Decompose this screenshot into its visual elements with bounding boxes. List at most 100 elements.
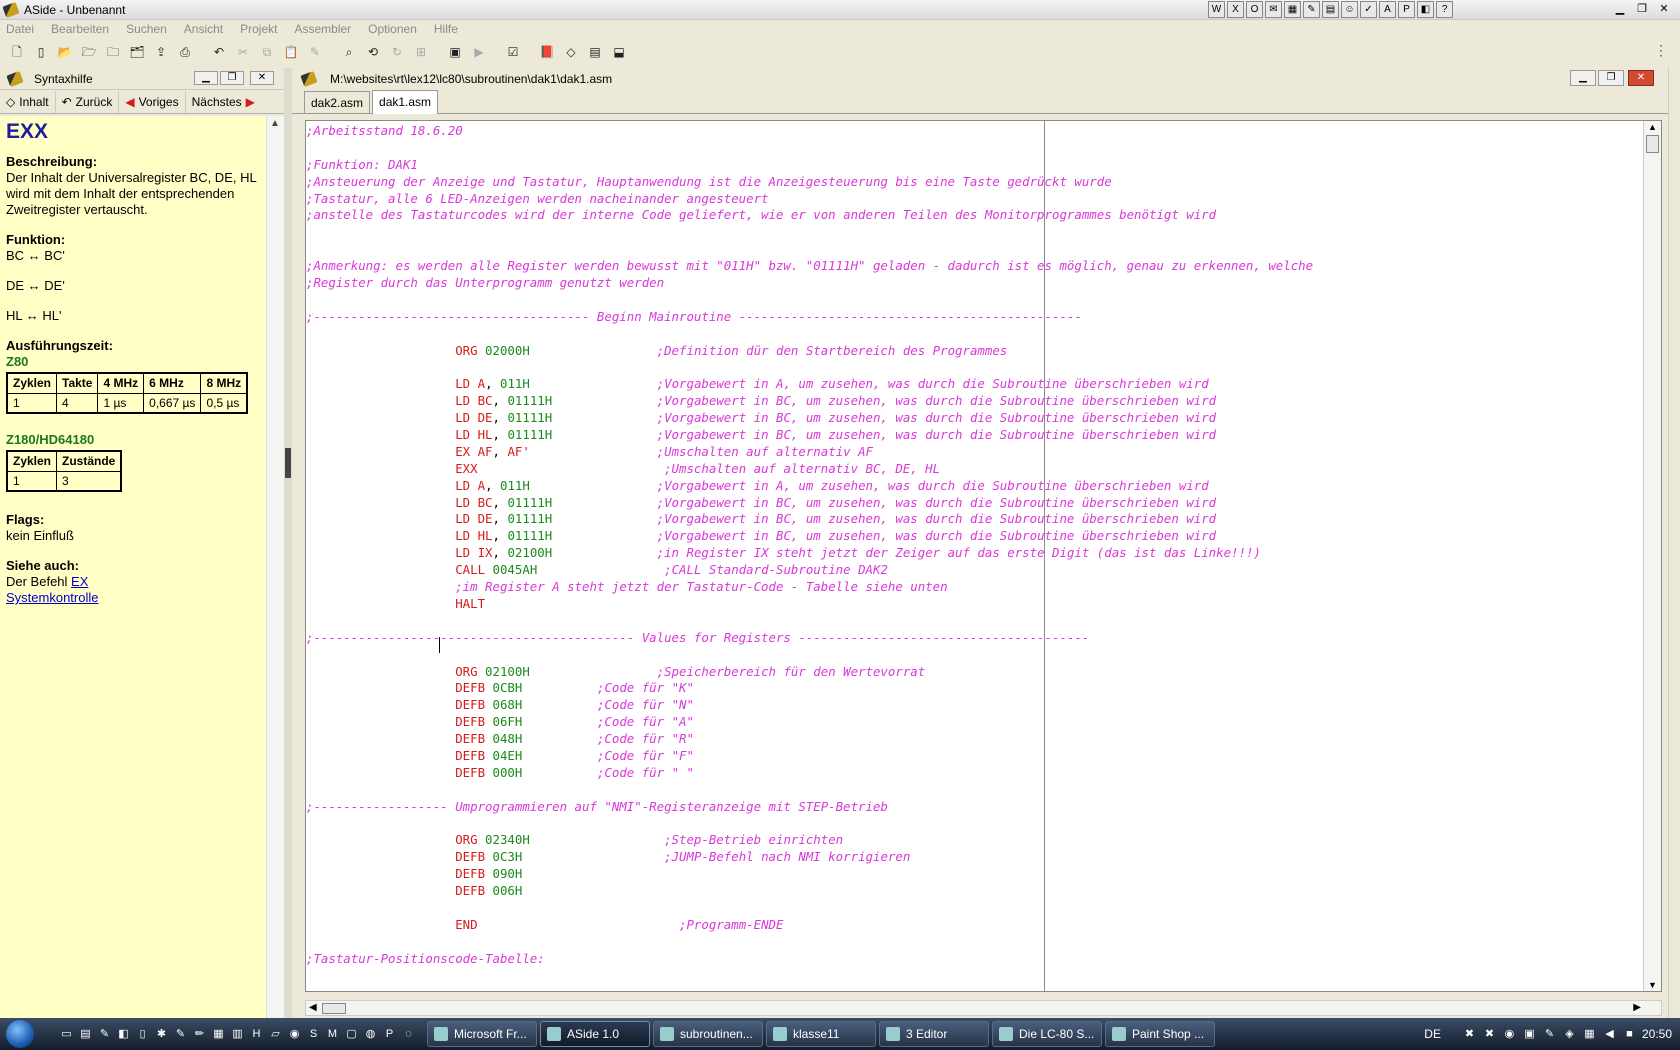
code-line[interactable] xyxy=(306,984,1642,991)
find-icon[interactable]: ⌕ xyxy=(340,44,358,60)
editor-restore-button[interactable]: ❐ xyxy=(1598,70,1624,86)
goto-icon[interactable]: ⊞ xyxy=(412,44,430,60)
power-icon[interactable]: ■ xyxy=(1622,1027,1637,1042)
code-line[interactable] xyxy=(306,816,1642,833)
code-line[interactable] xyxy=(306,326,1642,343)
code-vertical-scrollbar[interactable]: ▲ ▼ xyxy=(1643,121,1661,991)
clock[interactable]: 20:50 xyxy=(1642,1027,1672,1041)
hscroll-thumb[interactable] xyxy=(322,1003,346,1014)
code-line[interactable]: LD BC, 01111H ;Vorgabewert in BC, um zus… xyxy=(306,393,1642,410)
code-line[interactable] xyxy=(306,900,1642,917)
tab-dak1[interactable]: dak1.asm xyxy=(372,90,439,114)
menu-datei[interactable]: Datei xyxy=(6,22,34,36)
paste-icon[interactable]: 📋 xyxy=(282,44,300,60)
powerpoint-icon[interactable]: P xyxy=(1398,1,1415,18)
eraser-icon[interactable]: ◇ xyxy=(562,44,580,60)
run-icon[interactable]: ▶ xyxy=(470,44,488,60)
splitter-grip[interactable] xyxy=(285,448,291,478)
menu-ansicht[interactable]: Ansicht xyxy=(184,22,223,36)
toolbar-options-icon[interactable]: ⋮ xyxy=(1654,42,1668,59)
calendar-icon[interactable]: ▦ xyxy=(1284,1,1301,18)
code-line[interactable]: LD DE, 01111H ;Vorgabewert in BC, um zus… xyxy=(306,511,1642,528)
code-line[interactable]: DEFB 06FH ;Code für "A" xyxy=(306,714,1642,731)
menu-projekt[interactable]: Projekt xyxy=(240,22,277,36)
app-icon[interactable]: ▱ xyxy=(267,1026,284,1043)
network-icon[interactable]: ▦ xyxy=(1582,1027,1597,1042)
code-line[interactable]: ORG 02340H ;Step-Betrieb einrichten xyxy=(306,832,1642,849)
code-line[interactable]: DEFB 068H ;Code für "N" xyxy=(306,697,1642,714)
code-line[interactable] xyxy=(306,782,1642,799)
save-all-icon[interactable]: 🗂 xyxy=(128,44,146,60)
menu-hilfe[interactable]: Hilfe xyxy=(434,22,458,36)
open-project-icon[interactable]: 🗁 xyxy=(80,44,98,60)
code-line[interactable]: ;Ansteuerung der Anzeige und Tastatur, H… xyxy=(306,174,1642,191)
code-line[interactable]: EXX ;Umschalten auf alternativ BC, DE, H… xyxy=(306,461,1642,478)
new-file-icon[interactable]: 🗋 xyxy=(8,44,26,60)
link-systemkontrolle[interactable]: Systemkontrolle xyxy=(6,590,98,605)
scroll-thumb[interactable] xyxy=(1646,135,1659,153)
code-line[interactable]: DEFB 04EH ;Code für "F" xyxy=(306,748,1642,765)
app-icon[interactable]: ✎ xyxy=(172,1026,189,1043)
code-line[interactable]: ;anstelle des Tastaturcodes wird der int… xyxy=(306,207,1642,224)
code-line[interactable] xyxy=(306,934,1642,951)
contents-button[interactable]: ◇ Inhalt xyxy=(0,90,56,113)
code-line[interactable]: ;------------------ Umprogrammieren auf … xyxy=(306,799,1642,816)
tray-icon[interactable]: ✖ xyxy=(1482,1027,1497,1042)
scroll-right-icon[interactable]: ▶ xyxy=(1633,1002,1641,1013)
export-icon[interactable]: ⇪ xyxy=(152,44,170,60)
code-line[interactable]: END ;Programm-ENDE xyxy=(306,917,1642,934)
code-line[interactable]: DEFB 0CBH ;Code für "K" xyxy=(306,680,1642,697)
pane-minimize-button[interactable]: ▁ xyxy=(194,71,218,85)
edit-icon[interactable]: ✎ xyxy=(306,44,324,60)
app-icon[interactable]: ✏ xyxy=(191,1026,208,1043)
code-editor[interactable]: ;Arbeitsstand 18.6.20 ;Funktion: DAK1 ;An… xyxy=(305,120,1662,992)
task-button[interactable]: klasse11 xyxy=(766,1021,876,1047)
form-icon[interactable]: ▤ xyxy=(1322,1,1339,18)
tray-icon[interactable]: ◈ xyxy=(1562,1027,1577,1042)
close-button[interactable]: ✕ xyxy=(1654,2,1674,17)
assemble-icon[interactable]: ☑ xyxy=(504,44,522,60)
app-icon[interactable]: P xyxy=(381,1026,398,1043)
menu-optionen[interactable]: Optionen xyxy=(368,22,417,36)
app-icon[interactable]: S xyxy=(305,1026,322,1043)
replace-icon[interactable]: ⟲ xyxy=(364,44,382,60)
print-icon[interactable]: ⎙ xyxy=(176,44,194,60)
code-line[interactable]: LD A, 011H ;Vorgabewert in A, um zusehen… xyxy=(306,376,1642,393)
contacts-icon[interactable]: ☺ xyxy=(1341,1,1358,18)
app-icon[interactable]: ▯ xyxy=(134,1026,151,1043)
code-line[interactable]: ;im Register A steht jetzt der Tastatur-… xyxy=(306,579,1642,596)
language-indicator[interactable]: DE xyxy=(1424,1027,1441,1041)
menu-bearbeiten[interactable]: Bearbeiten xyxy=(51,22,109,36)
code-line[interactable]: ;Register durch das Unterprogramm genutz… xyxy=(306,275,1642,292)
find-next-icon[interactable]: ↻ xyxy=(388,44,406,60)
code-line[interactable]: HALT xyxy=(306,596,1642,613)
code-line[interactable]: DEFB 0C3H ;JUMP-Befehl nach NMI korrigie… xyxy=(306,849,1642,866)
mail-icon[interactable]: ✉ xyxy=(1265,1,1282,18)
prev-button[interactable]: ◀ Voriges xyxy=(119,90,186,113)
code-horizontal-scrollbar[interactable]: ◀ ▶ xyxy=(305,1000,1662,1016)
code-line[interactable]: LD BC, 01111H ;Vorgabewert in BC, um zus… xyxy=(306,495,1642,512)
code-line[interactable] xyxy=(306,613,1642,630)
help-scrollbar[interactable]: ▲ xyxy=(266,116,284,1018)
task-button[interactable]: Die LC-80 S... xyxy=(992,1021,1102,1047)
maximize-button[interactable]: ❐ xyxy=(1632,2,1652,17)
app-icon[interactable]: ◉ xyxy=(286,1026,303,1043)
task-button[interactable]: ASide 1.0 xyxy=(540,1021,650,1047)
app-icon[interactable]: ✱ xyxy=(153,1026,170,1043)
excel-icon[interactable]: X xyxy=(1227,1,1244,18)
app-icon[interactable]: H xyxy=(248,1026,265,1043)
cut-icon[interactable]: ✂ xyxy=(234,44,252,60)
outlook-icon[interactable]: O xyxy=(1246,1,1263,18)
code-line[interactable]: ;Tastatur-Positionscode-Tabelle: xyxy=(306,951,1642,968)
code-line[interactable] xyxy=(306,647,1642,664)
code-line[interactable]: LD IX, 02100H ;in Register IX steht jetz… xyxy=(306,545,1642,562)
task-button[interactable]: Paint Shop ... xyxy=(1105,1021,1215,1047)
pane-splitter[interactable] xyxy=(284,68,292,1018)
code-line[interactable]: ORG 02100H ;Speicherbereich für den Wert… xyxy=(306,664,1642,681)
show-desktop-icon[interactable]: ▭ xyxy=(58,1026,75,1043)
code-line[interactable]: ;------------------------------------- B… xyxy=(306,309,1642,326)
code-line[interactable]: ;---------------------------------------… xyxy=(306,630,1642,647)
app-icon[interactable]: ▢ xyxy=(343,1026,360,1043)
editor-close-button[interactable]: ✕ xyxy=(1628,70,1654,86)
open-file-icon[interactable]: 📂 xyxy=(56,44,74,60)
